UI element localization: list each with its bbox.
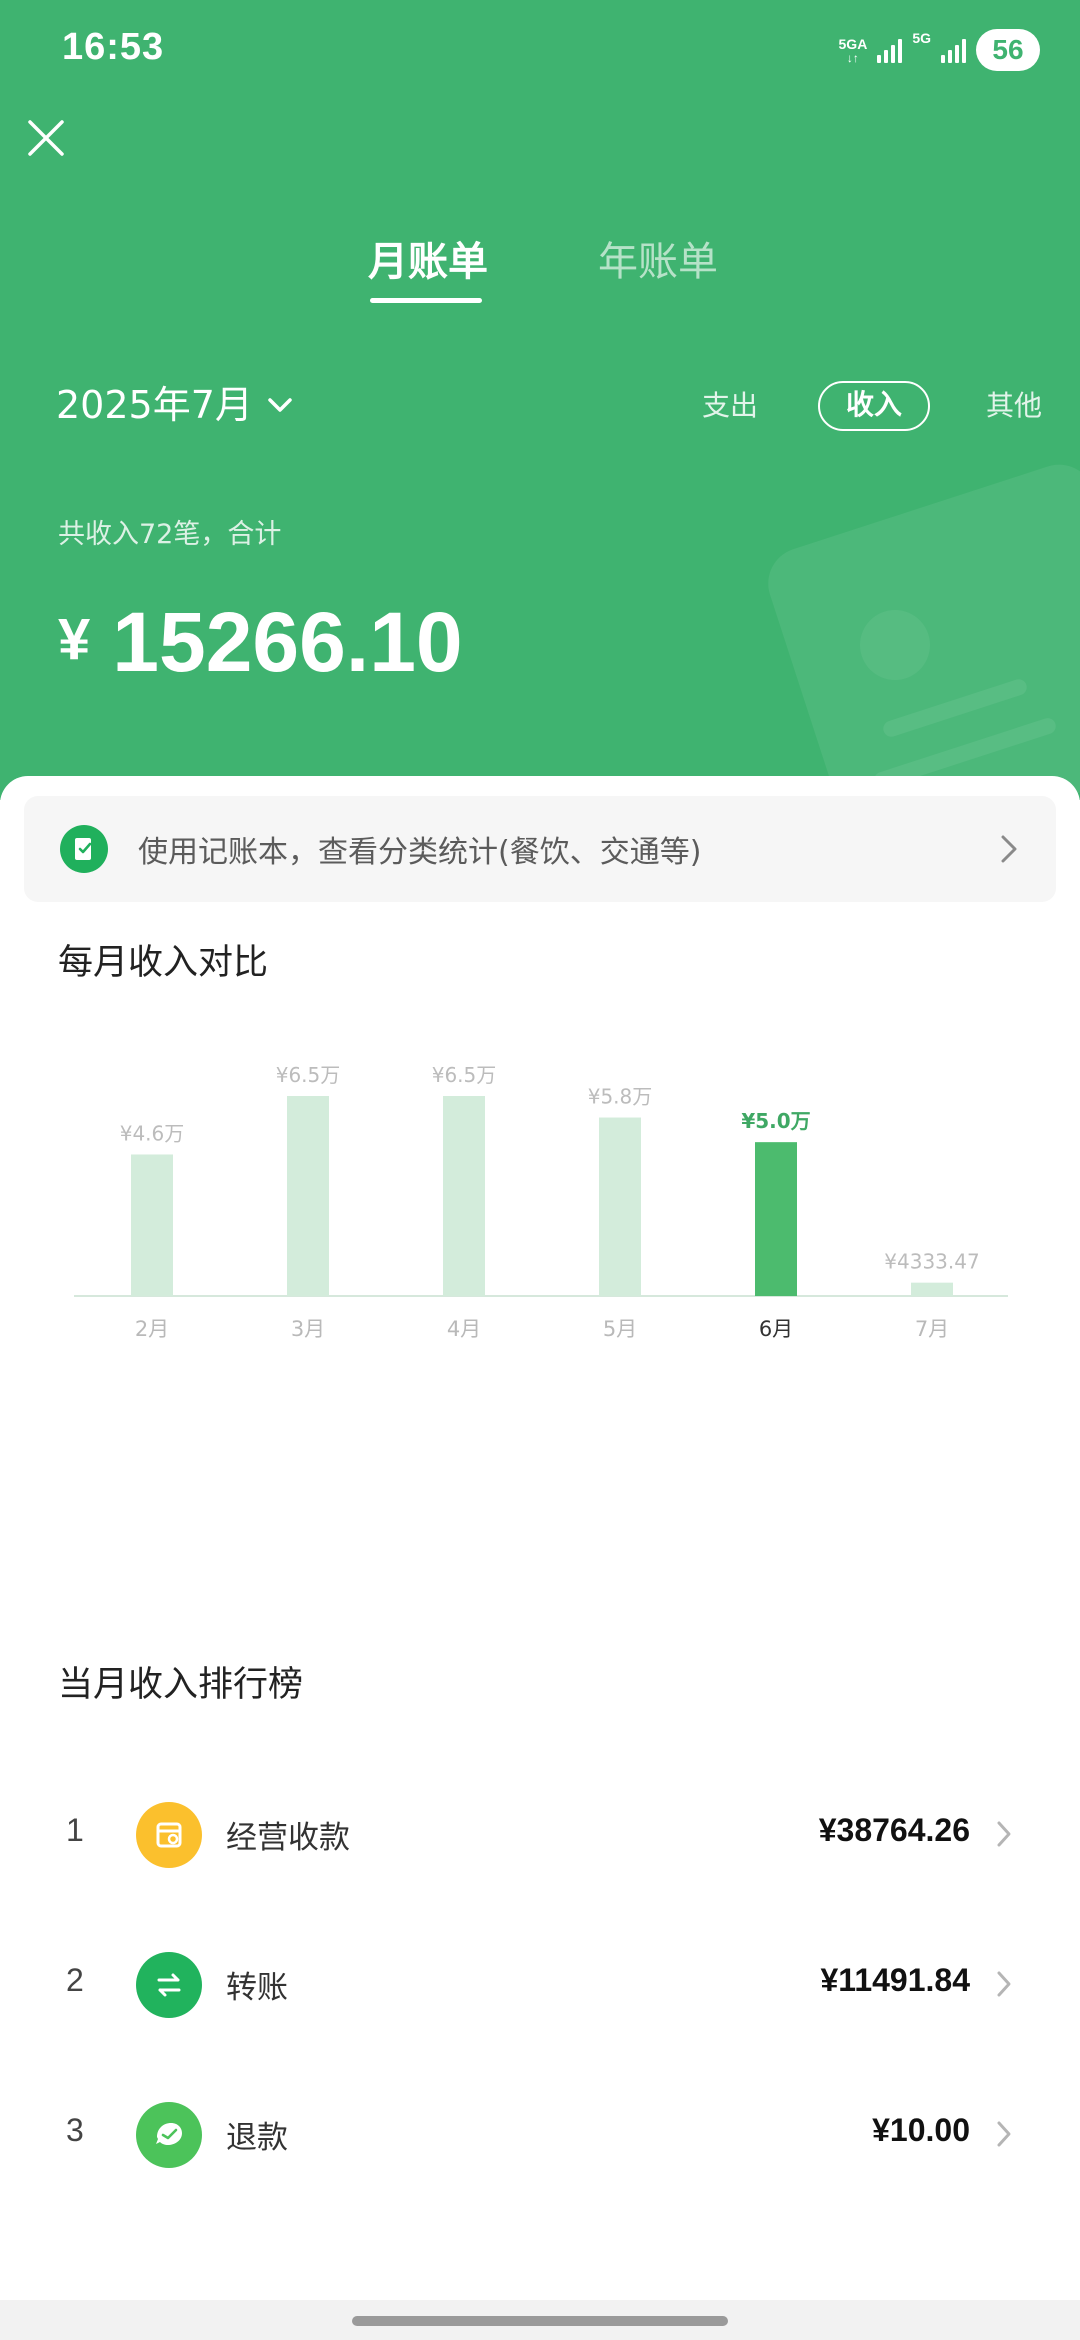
content-sheet: 使用记账本，查看分类统计(餐饮、交通等) 每月收入对比 ¥4.6万 2月 ¥6.5万… <box>0 776 1080 2340</box>
monthly-income-chart: ¥4.6万 2月 ¥6.5万 3月 ¥6.5万 4月 ¥5.8万 5月 ¥5.0万 6月 ¥4333… <box>0 1046 1080 1386</box>
notebook-icon <box>60 825 108 873</box>
rank-number: 3 <box>66 2112 84 2148</box>
active-tab-indicator <box>370 298 482 303</box>
rank-number: 2 <box>66 1962 84 1998</box>
refund-icon <box>136 2102 202 2168</box>
total-value: 15266.10 <box>112 595 463 689</box>
rank-amount: ¥10.00 <box>872 2112 970 2148</box>
ranking-title: 当月收入排行榜 <box>58 1665 304 1705</box>
type-filter: 支出 收入 其他 <box>702 380 1042 432</box>
bookkeeping-banner[interactable]: 使用记账本，查看分类统计(餐饮、交通等) <box>24 796 1056 902</box>
chart-data-label: ¥6.5万 <box>432 1063 497 1087</box>
chart-title: 每月收入对比 <box>58 943 269 983</box>
data-arrows-icon: ↓↑ <box>846 51 859 65</box>
network-indicator-1: 5GA ↓↑ <box>839 36 868 64</box>
battery-level: 56 <box>992 34 1024 65</box>
network-label: 5G <box>912 30 931 46</box>
shop-icon <box>136 1802 202 1868</box>
rank-number: 1 <box>66 1812 84 1848</box>
banner-text: 使用记账本，查看分类统计(餐饮、交通等) <box>138 835 702 870</box>
chevron-right-icon <box>997 1821 1011 1847</box>
chart-data-label: ¥4.6万 <box>120 1121 185 1145</box>
chart-data-label: ¥4333.47 <box>884 1250 979 1274</box>
close-icon <box>28 120 64 156</box>
total-amount: ¥15266.10 <box>58 590 463 692</box>
ranking-row[interactable]: 1 经营收款 ¥38764.26 <box>0 1776 1080 1896</box>
chart-bar-2月[interactable] <box>131 1154 173 1296</box>
currency-symbol: ¥ <box>58 607 91 672</box>
rank-label: 转账 <box>226 1970 288 2006</box>
filter-income[interactable]: 收入 <box>817 381 930 431</box>
home-indicator[interactable] <box>352 2316 728 2326</box>
rank-amount: ¥11491.84 <box>820 1962 971 1998</box>
chart-bar-6月[interactable] <box>755 1142 797 1296</box>
chart-bar-4月[interactable] <box>443 1096 485 1296</box>
income-summary: 共收入72笔，合计 <box>58 519 282 550</box>
chart-bar-3月[interactable] <box>287 1096 329 1296</box>
close-button[interactable] <box>24 116 68 160</box>
filter-other[interactable]: 其他 <box>986 381 1042 431</box>
chart-tick-label: 4月 <box>447 1317 481 1341</box>
status-icons: 5GA ↓↑ 5G 56 <box>839 28 1040 72</box>
status-time: 16:53 <box>62 26 165 68</box>
decor-circle <box>860 610 930 680</box>
month-selector[interactable]: 2025年7月 <box>56 380 293 430</box>
monthly-bill-page: 16:53 5GA ↓↑ 5G 56 月账单 年账单 2025年7月 支出 收入… <box>0 0 1080 2340</box>
month-label: 2025年7月 <box>56 383 253 427</box>
signal-icon <box>877 37 903 63</box>
chart-data-label: ¥6.5万 <box>276 1063 341 1087</box>
signal-icon <box>941 37 966 63</box>
chevron-right-icon <box>997 2121 1011 2147</box>
bill-header: 16:53 5GA ↓↑ 5G 56 月账单 年账单 2025年7月 支出 收入… <box>0 0 1080 800</box>
chevron-right-icon <box>997 1971 1011 1997</box>
bill-tabs: 月账单 年账单 <box>0 232 1080 312</box>
chart-tick-label: 7月 <box>915 1317 949 1341</box>
chart-tick-label: 3月 <box>291 1317 325 1341</box>
chart-tick-label: 2月 <box>135 1317 169 1341</box>
ranking-row[interactable]: 2 转账 ¥11491.84 <box>0 1926 1080 2046</box>
chart-tick-label: 5月 <box>603 1317 637 1341</box>
tab-yearly-bill[interactable]: 年账单 <box>598 232 718 292</box>
chart-tick-label: 6月 <box>759 1317 793 1341</box>
filter-expense[interactable]: 支出 <box>702 381 758 431</box>
transfer-icon <box>136 1952 202 2018</box>
chart-bar-5月[interactable] <box>599 1117 641 1296</box>
chart-bar-7月[interactable] <box>911 1282 953 1296</box>
rank-label: 退款 <box>226 2120 288 2156</box>
chart-svg: ¥4.6万 2月 ¥6.5万 3月 ¥6.5万 4月 ¥5.8万 5月 ¥5.0万 6月 ¥4333… <box>74 1063 1008 1341</box>
chart-data-label: ¥5.0万 <box>741 1109 810 1133</box>
chevron-right-icon <box>1001 835 1017 863</box>
chart-data-label: ¥5.8万 <box>588 1085 653 1109</box>
rank-amount: ¥38764.26 <box>818 1812 970 1848</box>
battery-icon: 56 <box>976 29 1040 71</box>
chevron-down-icon <box>268 398 292 412</box>
ranking-row[interactable]: 3 退款 ¥10.00 <box>0 2076 1080 2196</box>
tab-monthly-bill[interactable]: 月账单 <box>368 232 488 292</box>
network-label: 5GA <box>838 36 868 52</box>
rank-label: 经营收款 <box>226 1820 350 1856</box>
